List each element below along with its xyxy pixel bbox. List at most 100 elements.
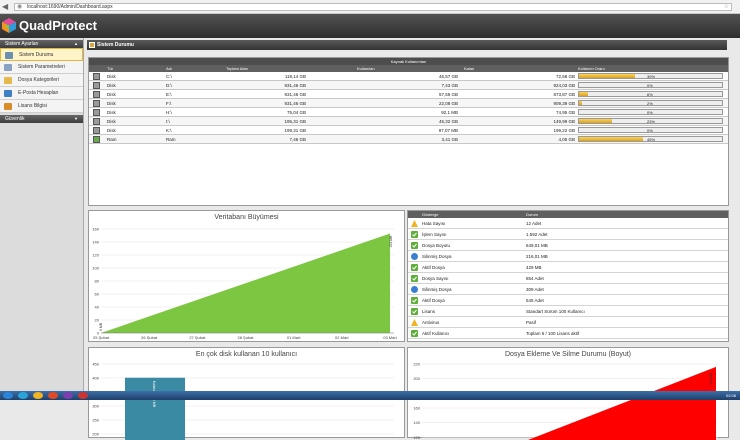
cell-total: 119,14 GB bbox=[284, 74, 306, 79]
table-row: Disk H:\ 75,04 GB 92,1 MB 74,95 GB 0% bbox=[89, 108, 728, 117]
table-row: Disk F:\ 931,46 GB 22,08 GB 909,39 GB 2% bbox=[89, 99, 728, 108]
table-row: Dosya Sayısı 854 Adet bbox=[408, 273, 728, 284]
cell-free: 199,22 GB bbox=[553, 128, 575, 133]
sidebar-group-security[interactable]: Güvenlik ▼ bbox=[0, 115, 83, 123]
cell-total: 931,46 GB bbox=[284, 92, 306, 97]
status-indicators-table: Gösterge Durum Hata Sayısı 12 Adet İşlem … bbox=[407, 210, 729, 342]
column-header: Kalan bbox=[464, 66, 475, 71]
table-header: Gösterge Durum bbox=[408, 211, 728, 218]
chrome-icon[interactable] bbox=[48, 392, 58, 399]
cell-name: C:\ bbox=[166, 74, 172, 79]
db-growth-plot: 02040608010012014016025 Şubat 26 Şubat 27 … bbox=[92, 227, 397, 341]
indicator-label: İşlem Sayısı bbox=[422, 232, 447, 237]
app-icon[interactable] bbox=[78, 392, 88, 399]
indicator-label: Aktif Dosya bbox=[422, 265, 445, 270]
table-row: Aktif Dosya 429 MB bbox=[408, 262, 728, 273]
usage-percent: 39% bbox=[647, 74, 656, 79]
logo-icon bbox=[2, 18, 16, 33]
table-row: Disk C:\ 119,14 GB 46,57 GB 72,58 GB 39% bbox=[89, 72, 728, 81]
sidebar-item-email-accounts[interactable]: E-Posta Hesapları bbox=[0, 87, 83, 100]
area-series bbox=[101, 233, 390, 333]
start-button[interactable] bbox=[3, 392, 13, 399]
vs-icon[interactable] bbox=[63, 392, 73, 399]
table-row: Ram Ram 7,46 GB 3,41 GB 4,05 GB 45% bbox=[89, 135, 728, 144]
sidebar-item-label: Dosya Kategorileri bbox=[18, 77, 59, 83]
sidebar-group-system-settings[interactable]: Sistem Ayarları ▲ bbox=[0, 40, 83, 48]
check-icon bbox=[411, 297, 418, 304]
ie-icon[interactable] bbox=[18, 392, 28, 399]
y-tick-label: 160 bbox=[413, 405, 420, 410]
data-label-end: 153 MB bbox=[389, 235, 393, 248]
table-row: Disk E:\ 931,46 GB 57,59 GB 873,87 GB 6% bbox=[89, 90, 728, 99]
star-icon[interactable]: ☆ bbox=[724, 4, 729, 10]
page-icon bbox=[89, 42, 95, 48]
table-body: Hata Sayısı 12 Adet İşlem Sayısı 1.592 Ad… bbox=[408, 218, 728, 339]
check-icon bbox=[411, 330, 418, 337]
usage-percent: 0% bbox=[647, 110, 653, 115]
y-tick-label: 200 bbox=[413, 376, 420, 381]
sidebar-group-label: Güvenlik bbox=[5, 116, 25, 122]
usage-percent: 6% bbox=[647, 92, 653, 97]
disk-icon bbox=[93, 73, 100, 80]
x-tick-label: 03 Mart bbox=[383, 335, 397, 340]
globe-icon: ◉ bbox=[17, 4, 23, 10]
address-text: localhost:1690/Admin/Dashboard.aspx bbox=[27, 4, 113, 10]
mail-icon bbox=[4, 90, 12, 97]
sidebar-item-file-categories[interactable]: Dosya Kategorileri bbox=[0, 74, 83, 87]
y-tick-label: 300 bbox=[92, 404, 99, 409]
info-icon bbox=[411, 253, 418, 260]
page-title-bar: Sistem Durumu bbox=[87, 40, 727, 50]
usage-bar: 0% bbox=[578, 109, 723, 115]
license-icon bbox=[4, 103, 12, 110]
usage-percent: 23% bbox=[647, 119, 656, 124]
usage-percent: 2% bbox=[647, 101, 653, 106]
column-header: Kullanım Oranı bbox=[578, 66, 605, 71]
folder-icon bbox=[4, 77, 12, 84]
indicator-value: Pasif bbox=[526, 320, 537, 325]
usage-fill bbox=[579, 119, 612, 123]
y-tick-label: 160 bbox=[92, 227, 99, 232]
cell-name: I:\ bbox=[166, 119, 170, 124]
indicator-label: Silinmiş Dosya bbox=[422, 287, 452, 292]
sidebar-item-license-info[interactable]: Lisans Bilgisi bbox=[0, 100, 83, 113]
y-tick-label: 140 bbox=[413, 420, 420, 425]
brand-name: QuadProtect bbox=[19, 18, 98, 33]
cell-total: 75,04 GB bbox=[286, 110, 306, 115]
check-icon bbox=[411, 308, 418, 315]
sidebar-item-label: Lisans Bilgisi bbox=[18, 103, 47, 109]
chart-title: Dosya Ekleme Ve Silme Durumu (Boyut) bbox=[504, 351, 632, 358]
usage-bar: 23% bbox=[578, 118, 723, 124]
data-label-start: 0 MB bbox=[99, 322, 103, 331]
sidebar-item-system-parameters[interactable]: Sistem Parametreleri bbox=[0, 61, 83, 74]
cell-type: Disk bbox=[107, 83, 116, 88]
x-tick-label: 27 Şubat bbox=[189, 335, 206, 340]
usage-bar: 45% bbox=[578, 136, 723, 142]
table-row: Antivirus Pasif bbox=[408, 317, 728, 328]
explorer-icon[interactable] bbox=[33, 392, 43, 399]
indicator-label: Dosya Sayısı bbox=[422, 276, 449, 281]
table-caption: Kaynak Kullanımları bbox=[89, 58, 728, 65]
table-body: Disk C:\ 119,14 GB 46,57 GB 72,58 GB 39%… bbox=[89, 72, 728, 144]
cell-used: 7,43 GB bbox=[441, 83, 458, 88]
y-tick-label: 60 bbox=[95, 292, 100, 297]
chart-title: Veritabanı Büyümesi bbox=[214, 214, 279, 221]
usage-fill bbox=[579, 101, 582, 105]
sidebar-item-label: Sistem Parametreleri bbox=[18, 64, 65, 70]
disk-icon bbox=[93, 100, 100, 107]
y-tick-label: 100 bbox=[92, 266, 99, 271]
table-row: Disk K:\ 199,31 GB 97,07 MB 199,22 GB 0% bbox=[89, 126, 728, 135]
cell-type: Disk bbox=[107, 119, 116, 124]
cell-free: 149,99 GB bbox=[553, 119, 575, 124]
cell-type: Disk bbox=[107, 101, 116, 106]
y-tick-label: 200 bbox=[92, 432, 99, 437]
cell-type: Ram bbox=[107, 137, 117, 142]
back-icon[interactable]: ◀ bbox=[2, 2, 8, 11]
y-tick-label: 20 bbox=[95, 318, 100, 323]
sidebar-item-system-status[interactable]: Sistem Durumu bbox=[0, 48, 83, 61]
indicator-label: Silinmiş Dosya bbox=[422, 254, 452, 259]
chevron-up-icon: ▲ bbox=[74, 41, 78, 46]
address-bar[interactable]: ◉ localhost:1690/Admin/Dashboard.aspx ☆ bbox=[14, 3, 732, 11]
indicator-value: 309 Adet bbox=[526, 287, 544, 292]
taskbar: 02:08 bbox=[0, 391, 740, 400]
y-tick-label: 450 bbox=[92, 362, 99, 367]
